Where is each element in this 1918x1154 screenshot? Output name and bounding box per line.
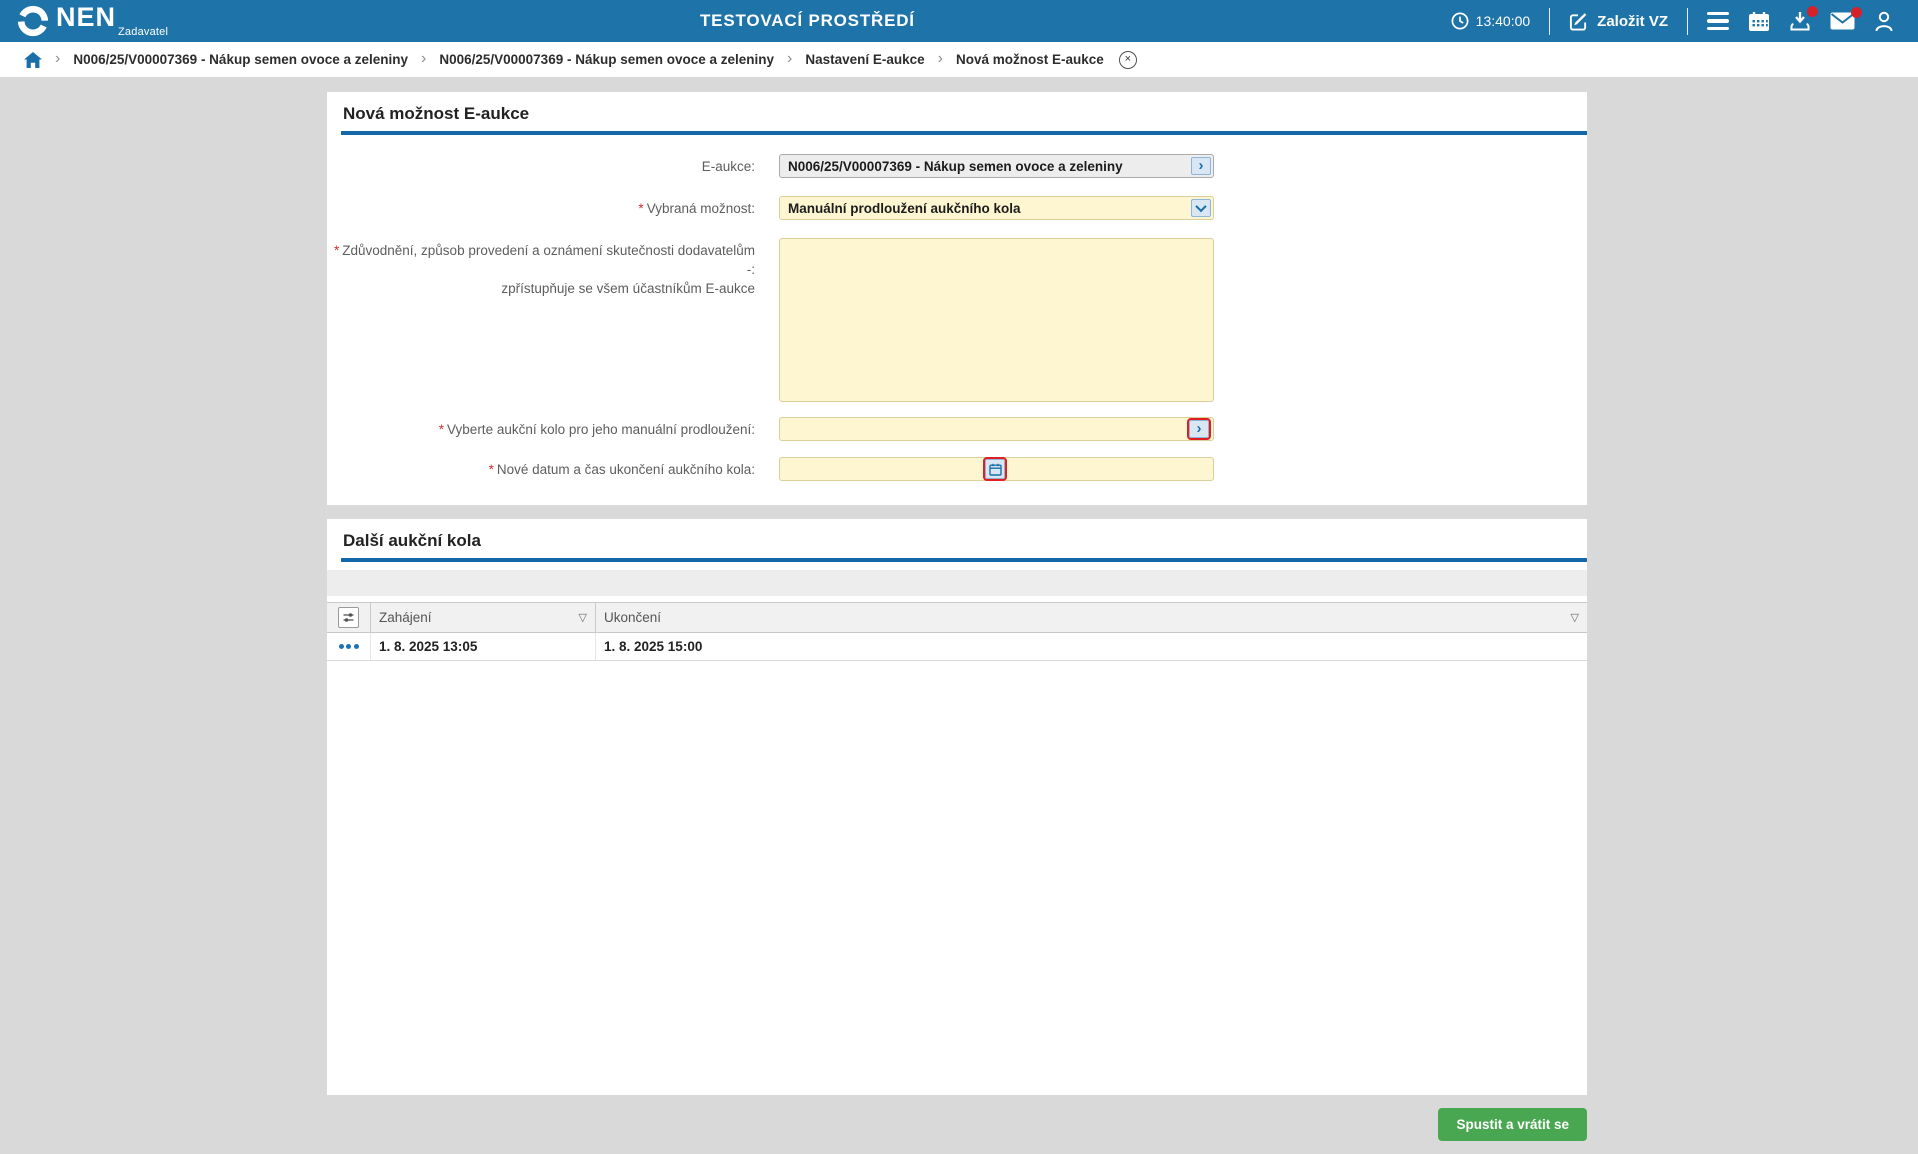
edit-icon: [1569, 12, 1588, 31]
breadcrumb-separator: ›: [787, 49, 793, 67]
close-tab-icon[interactable]: ×: [1118, 50, 1137, 69]
menu-button[interactable]: [1707, 11, 1729, 31]
aukcni-kolo-field-wrap: ›: [779, 417, 1214, 441]
eaukce-field-wrap: N006/25/V00007369 - Nákup semen ovoce a …: [779, 154, 1214, 178]
row-actions-icon: [338, 644, 344, 649]
section-underline: [341, 558, 1587, 562]
breadcrumb-separator: ›: [421, 49, 427, 67]
aukcni-kolo-input[interactable]: [779, 417, 1214, 441]
vybrana-moznost-select[interactable]: Manuální prodloužení aukčního kola: [779, 196, 1214, 220]
calendar-icon: [1748, 11, 1770, 32]
table-toolbar: [327, 570, 1587, 596]
cell-zahajeni: 1. 8. 2025 13:05: [371, 633, 596, 660]
session-time-value: 13:40:00: [1475, 13, 1531, 29]
chevron-down-icon: [1195, 200, 1207, 213]
aukcni-kolo-picker-button[interactable]: ›: [1187, 418, 1211, 440]
column-label: Zahájení: [379, 610, 432, 625]
form-row-nove-datum: * Nové datum a čas ukončení aukčního kola…: [327, 457, 1587, 481]
section-underline: [341, 131, 1587, 135]
form-row-eaukce: E-aukce: N006/25/V00007369 - Nákup semen…: [327, 154, 1587, 178]
clock-icon: [1451, 12, 1469, 30]
vybrana-moznost-field-wrap: Manuální prodloužení aukčního kola: [779, 196, 1214, 220]
nove-datum-calendar-button[interactable]: [983, 457, 1007, 481]
row-actions-button[interactable]: [327, 633, 371, 660]
column-header-ukonceni[interactable]: Ukončení ▽: [596, 603, 1587, 632]
breadcrumb: › N006/25/V00007369 - Nákup semen ovoce …: [0, 42, 1918, 77]
nove-datum-field-wrap: [779, 457, 1214, 481]
downloads-badge: [1807, 5, 1818, 17]
home-icon[interactable]: [24, 51, 42, 68]
calendar-button[interactable]: [1748, 11, 1770, 32]
header-actions: 13:40:00 Založit VZ: [1451, 5, 1918, 35]
auction-rounds-title: Další aukční kola: [343, 531, 481, 550]
column-label: Ukončení: [604, 610, 662, 625]
logo-text: NEN Zadavatel: [56, 2, 169, 38]
vybrana-moznost-dropdown-button[interactable]: [1191, 199, 1211, 217]
session-time: 13:40:00: [1451, 12, 1531, 30]
eauction-option-form: E-aukce: N006/25/V00007369 - Nákup semen…: [327, 154, 1587, 481]
required-marker: *: [488, 462, 494, 477]
zduvodneni-textarea[interactable]: [779, 238, 1214, 402]
nen-logo-icon: [16, 4, 50, 38]
calendar-picker-icon: [988, 463, 1002, 476]
chevron-right-icon: ›: [1198, 156, 1204, 174]
required-marker: *: [438, 422, 445, 437]
submit-and-return-button[interactable]: Spustit a vrátit se: [1438, 1108, 1587, 1141]
column-settings-icon: [338, 607, 359, 628]
create-vz-label: Založit VZ: [1597, 12, 1668, 30]
auction-rounds-panel: Další aukční kola Zahájení ▽ Ukončení ▽ …: [327, 519, 1587, 1095]
chevron-right-icon: ›: [1196, 419, 1202, 437]
auction-rounds-table: Zahájení ▽ Ukončení ▽ 1. 8. 2025 13:05 1…: [327, 602, 1587, 661]
breadcrumb-separator: ›: [937, 49, 943, 67]
cell-ukonceni: 1. 8. 2025 15:00: [604, 639, 703, 654]
user-icon: [1874, 11, 1894, 32]
breadcrumb-item-1[interactable]: N006/25/V00007369 - Nákup semen ovoce a …: [73, 52, 408, 67]
menu-icon: [1707, 11, 1729, 31]
nove-datum-label: * Nové datum a čas ukončení aukčního kola…: [488, 462, 755, 477]
column-settings-button[interactable]: [327, 603, 371, 632]
breadcrumb-item-current: Nová možnost E-aukce: [956, 52, 1104, 67]
sort-icon[interactable]: ▽: [579, 611, 587, 624]
eaukce-value: N006/25/V00007369 - Nákup semen ovoce a …: [788, 158, 1123, 174]
zduvodneni-label: * Zdůvodnění, způsob provedení a oznámení…: [333, 243, 755, 296]
table-row[interactable]: 1. 8. 2025 13:05 1. 8. 2025 15:00: [327, 633, 1587, 661]
zduvodneni-field-wrap: [779, 238, 1214, 407]
vybrana-moznost-label: * Vybraná možnost:: [638, 201, 755, 216]
sort-icon[interactable]: ▽: [1571, 611, 1579, 624]
required-marker: *: [638, 201, 644, 216]
form-panel-title: Nová možnost E-aukce: [343, 104, 530, 123]
header-divider: [1687, 7, 1688, 35]
form-row-zduvodneni: * Zdůvodnění, způsob provedení a oznámení…: [327, 238, 1587, 407]
vybrana-moznost-value: Manuální prodloužení aukčního kola: [788, 200, 1021, 216]
column-header-zahajeni[interactable]: Zahájení ▽: [371, 603, 596, 632]
header-divider: [1549, 7, 1551, 35]
aukcni-kolo-label: * Vyberte aukční kolo pro jeho manuální p…: [438, 422, 755, 437]
eaukce-label: E-aukce:: [701, 159, 755, 174]
table-header-row: Zahájení ▽ Ukončení ▽: [327, 602, 1587, 633]
logo-subtitle: Zadavatel: [118, 26, 169, 38]
create-vz-button[interactable]: Založit VZ: [1569, 12, 1668, 31]
eaukce-detail-button[interactable]: ›: [1191, 157, 1211, 175]
messages-badge: [1851, 7, 1862, 18]
eaukce-field: N006/25/V00007369 - Nákup semen ovoce a …: [779, 154, 1214, 178]
nen-logo[interactable]: NEN Zadavatel: [16, 4, 168, 38]
breadcrumb-separator: ›: [55, 49, 61, 67]
form-row-aukcni-kolo: * Vyberte aukční kolo pro jeho manuální p…: [327, 417, 1587, 441]
app-header: NEN Zadavatel TESTOVACÍ PROSTŘEDÍ 13:40:0…: [0, 0, 1918, 42]
breadcrumb-item-3[interactable]: Nastavení E-aukce: [805, 52, 924, 67]
environment-title: TESTOVACÍ PROSTŘEDÍ: [700, 11, 915, 30]
breadcrumb-item-2[interactable]: N006/25/V00007369 - Nákup semen ovoce a …: [439, 52, 774, 67]
messages-button[interactable]: [1830, 7, 1862, 30]
required-marker: *: [333, 243, 340, 258]
form-row-vybrana-moznost: * Vybraná možnost: Manuální prodloužení a…: [327, 196, 1587, 220]
downloads-button[interactable]: [1789, 5, 1818, 32]
user-button[interactable]: [1874, 11, 1894, 32]
form-panel: Nová možnost E-aukce E-aukce: N006/25/V0…: [327, 92, 1587, 505]
